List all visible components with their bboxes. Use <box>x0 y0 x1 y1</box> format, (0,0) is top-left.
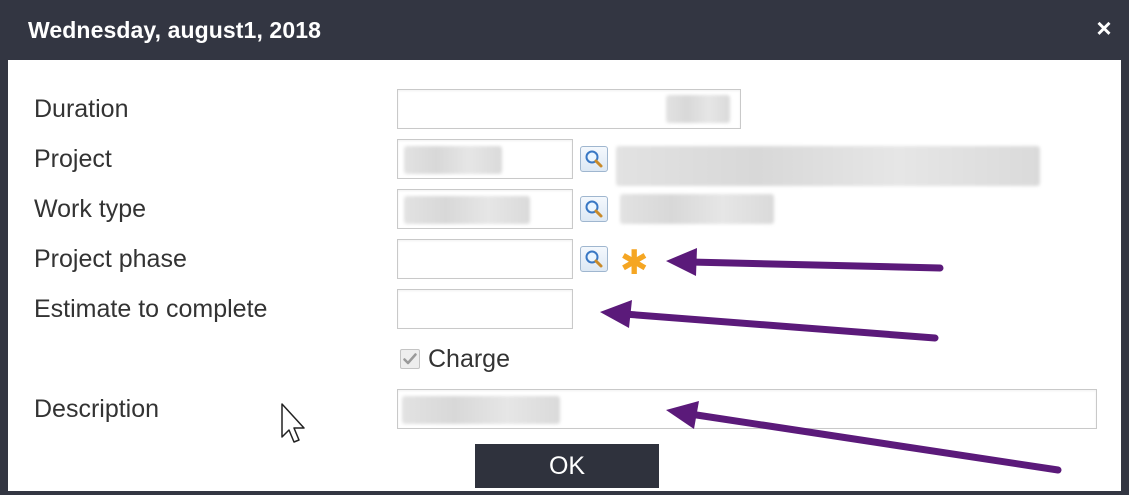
estimate-input[interactable] <box>397 289 573 329</box>
close-button[interactable]: × <box>1093 15 1115 41</box>
project-phase-lookup-button[interactable] <box>580 246 608 272</box>
description-label: Description <box>34 395 160 423</box>
magnifier-icon <box>585 250 603 268</box>
redacted-project-name <box>616 146 1040 186</box>
work-type-input[interactable] <box>397 189 573 229</box>
duration-input[interactable] <box>397 89 741 129</box>
estimate-label: Estimate to complete <box>34 295 268 323</box>
charge-label[interactable]: Charge <box>428 345 510 374</box>
redacted-value <box>402 396 560 424</box>
duration-label: Duration <box>34 95 129 123</box>
dialog-titlebar: Wednesday, august1, 2018 × <box>0 0 1129 60</box>
magnifier-icon <box>585 150 603 168</box>
redacted-value <box>404 196 530 224</box>
work-type-label: Work type <box>34 195 147 223</box>
redacted-work-type-name <box>620 194 774 224</box>
charge-checkbox[interactable] <box>400 349 420 369</box>
project-phase-input[interactable] <box>397 239 573 279</box>
dialog-title: Wednesday, august1, 2018 <box>28 17 321 43</box>
project-label: Project <box>34 145 112 173</box>
project-phase-label: Project phase <box>34 245 187 273</box>
description-input[interactable] <box>397 389 1097 429</box>
magnifier-icon <box>585 200 603 218</box>
required-asterisk-icon: ✱ <box>620 244 649 282</box>
work-type-lookup-button[interactable] <box>580 196 608 222</box>
project-lookup-button[interactable] <box>580 146 608 172</box>
project-input[interactable] <box>397 139 573 179</box>
ok-button[interactable]: OK <box>475 444 659 488</box>
time-entry-dialog: Wednesday, august1, 2018 × Duration Proj… <box>0 0 1129 495</box>
redacted-value <box>404 146 502 174</box>
checkmark-icon <box>403 353 417 365</box>
redacted-value <box>666 95 730 123</box>
